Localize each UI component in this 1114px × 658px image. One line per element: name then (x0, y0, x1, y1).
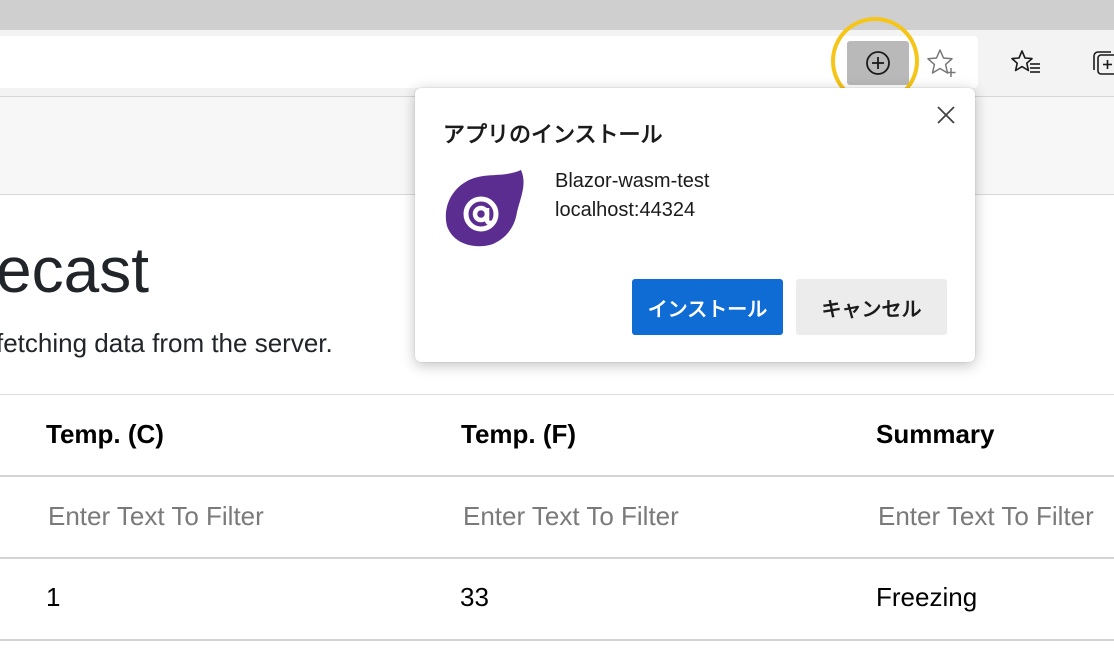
add-favorite-star-icon (927, 49, 956, 77)
close-icon (937, 106, 955, 124)
browser-toolbar (0, 30, 1114, 97)
header-divider (0, 475, 1114, 477)
filter-input-temp-c[interactable] (48, 490, 428, 542)
title-bar (0, 0, 1114, 30)
cell-temp-c: 1 (46, 582, 61, 612)
add-favorite-button[interactable] (922, 42, 962, 84)
favorites-button[interactable] (1004, 42, 1048, 84)
table-top-border (0, 394, 1114, 395)
filter-input-summary[interactable] (878, 490, 1114, 542)
filter-input-temp-f[interactable] (463, 490, 843, 542)
favorites-list-icon (1011, 50, 1040, 73)
install-button[interactable]: インストール (632, 279, 783, 335)
dialog-close-button[interactable] (931, 100, 961, 130)
app-origin: localhost:44324 (555, 199, 696, 221)
row-divider (0, 639, 1114, 641)
blazor-logo-icon (445, 170, 524, 247)
app-name: Blazor-wasm-test (555, 170, 710, 192)
page-title: ecast (0, 234, 149, 306)
header-temp-c: Temp. (C) (46, 419, 164, 449)
filter-divider (0, 557, 1114, 559)
collections-icon (1093, 51, 1114, 75)
cell-temp-f: 33 (460, 582, 489, 612)
page-description: fetching data from the server. (0, 328, 333, 358)
install-app-dialog: アプリのインストール Blazor-wasm-test localhost:44… (415, 88, 975, 362)
cell-summary: Freezing (876, 582, 978, 612)
header-summary: Summary (876, 419, 995, 449)
dialog-title: アプリのインストール (443, 122, 663, 147)
cancel-button[interactable]: キャンセル (796, 279, 947, 335)
browser-window: ecast fetching data from the server. Tem… (0, 0, 1114, 658)
header-temp-f: Temp. (F) (461, 419, 577, 449)
collections-button[interactable] (1084, 42, 1114, 84)
